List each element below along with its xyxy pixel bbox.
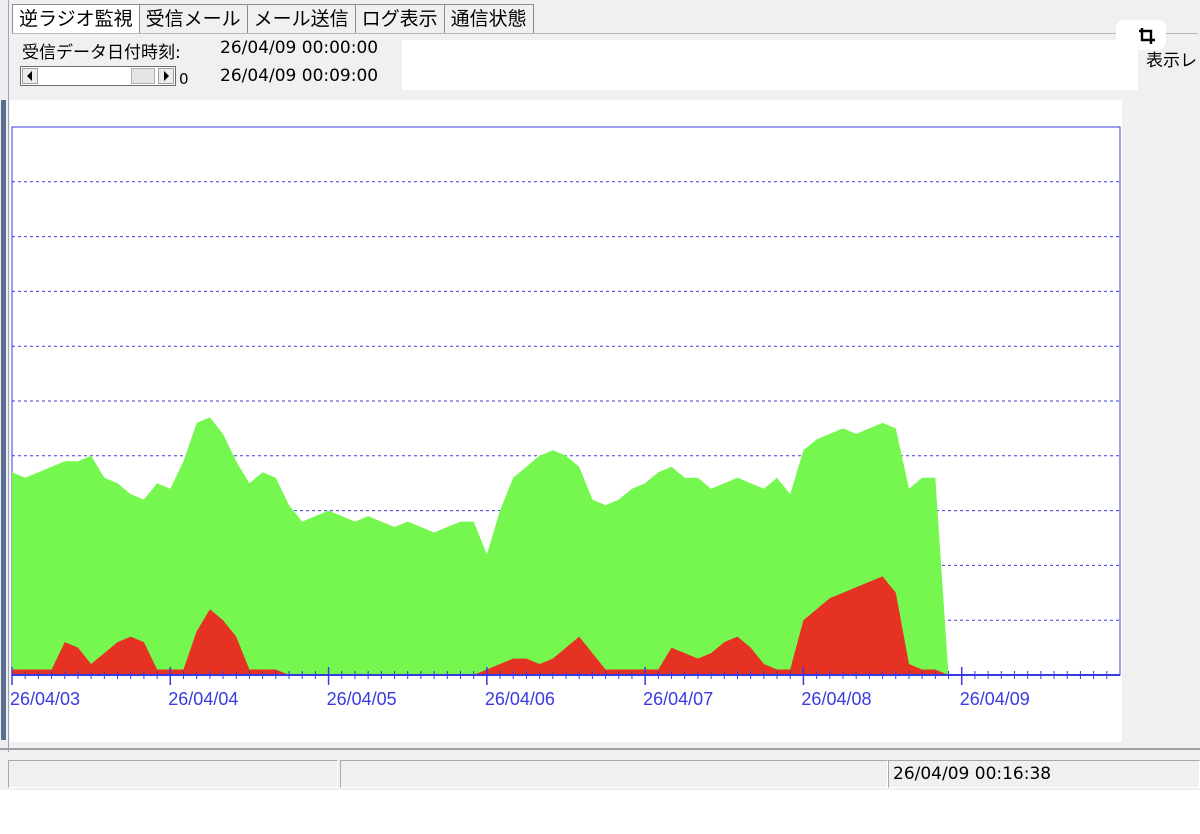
status-cell-1	[8, 760, 338, 788]
tab-bar: 逆ラジオ監視 受信メール メール送信 ログ表示 通信状態	[12, 4, 534, 34]
display-label: 表示レ	[1146, 51, 1197, 71]
left-frame-bar	[1, 100, 6, 740]
x-tick-label-6: 26/04/08	[801, 689, 871, 709]
current-datetime-value: 26/04/09 00:09:00	[220, 66, 379, 86]
tab-communication-status[interactable]: 通信状態	[443, 4, 534, 34]
tab-reverse-radio-monitor[interactable]: 逆ラジオ監視	[12, 4, 140, 34]
app-window: 逆ラジオ監視 受信メール メール送信 ログ表示 通信状態 受信データ日付時刻: …	[0, 0, 1200, 790]
info-panel	[402, 40, 1138, 90]
arrow-left-icon	[27, 71, 32, 81]
status-timestamp: 26/04/09 00:16:38	[888, 760, 1200, 788]
tab-log-display[interactable]: ログ表示	[354, 4, 445, 34]
x-tick-label-2: 26/04/04	[168, 689, 238, 709]
crop-icon	[1139, 28, 1155, 44]
x-tick-label-5: 26/04/07	[643, 689, 713, 709]
receive-datetime-value: 26/04/09 00:00:00	[220, 38, 379, 58]
receive-datetime-label: 受信データ日付時刻:	[22, 43, 181, 63]
chart-panel: 26/04/03 26/04/04 26/04/05 26/04/06 26/04/07…	[10, 100, 1122, 742]
scroll-right-button[interactable]	[158, 68, 174, 84]
status-cell-2	[340, 760, 888, 788]
arrow-right-icon	[164, 71, 169, 81]
status-bar: 26/04/09 00:16:38	[0, 752, 1200, 790]
scroll-value: 0	[179, 70, 189, 88]
tab-send-mail[interactable]: メール送信	[246, 4, 356, 34]
tab-received-mail[interactable]: 受信メール	[138, 4, 248, 34]
status-separator	[0, 748, 1200, 750]
x-tick-label-1: 26/04/03	[10, 689, 80, 709]
tab-strip-divider	[12, 33, 1198, 34]
left-window-edge	[0, 0, 9, 760]
time-scrollbar[interactable]	[20, 66, 176, 86]
x-tick-label-7: 26/04/09	[960, 689, 1030, 709]
x-tick-label-3: 26/04/05	[327, 689, 397, 709]
traffic-chart: 26/04/03 26/04/04 26/04/05 26/04/06 26/04/07…	[10, 126, 1121, 709]
scroll-left-button[interactable]	[22, 68, 38, 84]
scroll-thumb[interactable]	[131, 68, 155, 84]
x-tick-label-4: 26/04/06	[485, 689, 555, 709]
